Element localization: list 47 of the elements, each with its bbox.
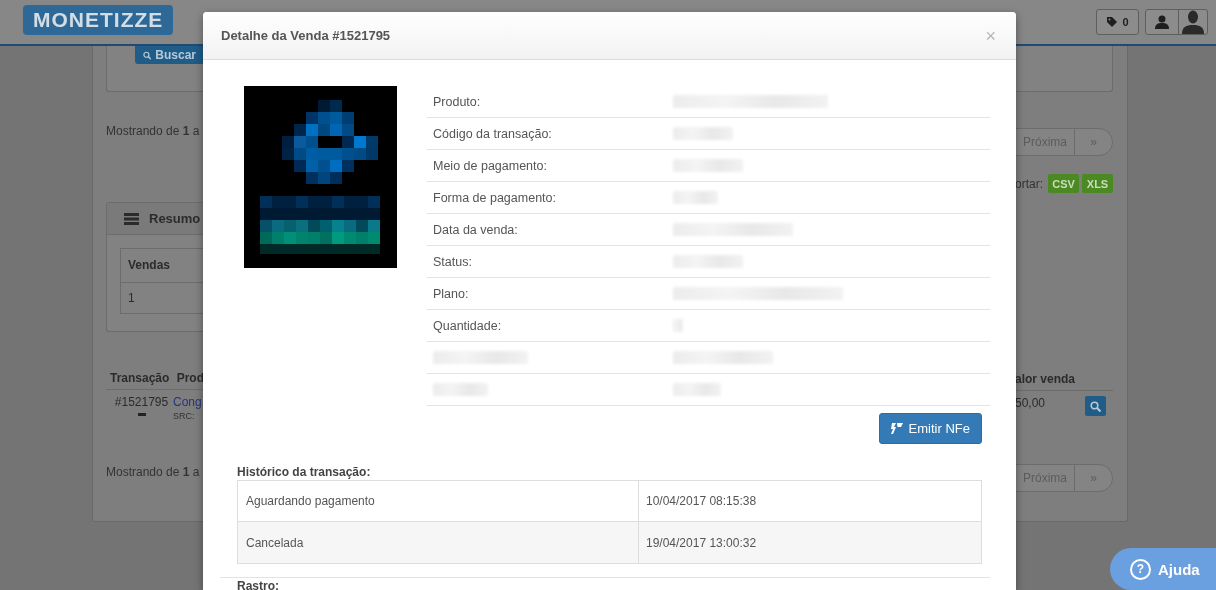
search-button[interactable]: Buscar [135, 46, 204, 64]
detail-label: Plano: [433, 286, 470, 301]
detail-label: Produto: [433, 94, 482, 109]
export-button[interactable]: CSV [1048, 174, 1079, 193]
export-label: ortar: [1015, 175, 1044, 193]
panel-title: Resumo [149, 211, 201, 226]
table-cell: #1521795 [114, 395, 169, 409]
column-header: Prod [176, 371, 204, 385]
detail-label: Meio de pagamento: [433, 158, 548, 173]
avatar-silhouette-icon [1182, 10, 1204, 34]
list-icon [124, 212, 139, 225]
help-button[interactable]: ? Ajuda [1110, 548, 1216, 590]
table-cell-text: 1 [127, 290, 136, 307]
results-count-text: Mostrando de 1 a [106, 123, 201, 140]
table-cell-text: 10/04/2017 08:15:38 [645, 494, 757, 508]
detail-label: Forma de pagamento: [433, 190, 557, 205]
export-button[interactable]: XLS [1082, 174, 1113, 193]
product-link[interactable]: Cong [173, 395, 202, 409]
table-cell-text: 50,00 [1015, 396, 1046, 412]
details-button[interactable] [1085, 396, 1106, 416]
issue-invoice-button[interactable]: Emitir NFe [878, 413, 982, 444]
user-icon [1155, 15, 1169, 29]
section-title: Histórico da transação: [237, 465, 372, 479]
search-icon [143, 49, 152, 61]
detail-label: Código da transação: [433, 126, 553, 141]
last-page-button[interactable]: » [1074, 128, 1113, 156]
results-count-text: Mostrando de 1 a [106, 464, 201, 481]
last-page-button[interactable]: » [1074, 464, 1113, 492]
help-icon: ? [1130, 558, 1151, 580]
tag-icon [1106, 16, 1119, 28]
logo: MONETIZZE [23, 5, 174, 35]
table-cell-text: SRC: [173, 411, 196, 421]
zoom-icon [1090, 400, 1101, 412]
table-cell: Aguardando pagamento [246, 494, 375, 508]
flag-icon [890, 423, 903, 434]
dash-icon [137, 413, 146, 416]
detail-label: Status: [433, 254, 473, 269]
tags-button[interactable]: 0 [1096, 9, 1139, 35]
detail-label: Quantidade: [433, 318, 503, 333]
column-header: alor venda [1015, 372, 1076, 386]
modal-title: Detalhe da Venda #1521795 [221, 28, 391, 43]
column-header: Transação [110, 371, 171, 385]
close-button[interactable]: × [981, 26, 1000, 45]
section-title: Rastro: [237, 579, 280, 590]
detail-label: Data da venda: [433, 222, 519, 237]
table-cell-text: 19/04/2017 13:00:32 [645, 535, 757, 550]
table-cell: Cancelada [246, 535, 304, 550]
